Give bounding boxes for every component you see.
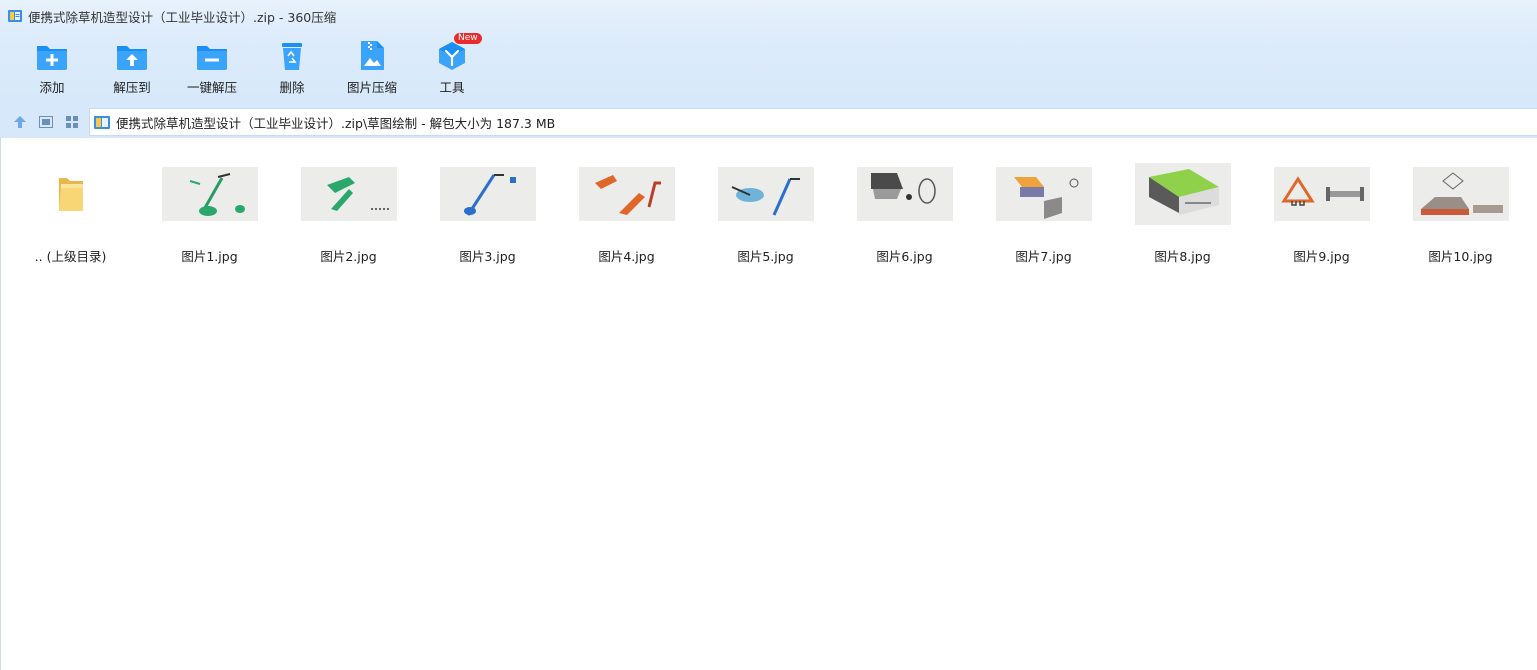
address-path: 便携式除草机造型设计（工业毕业设计）.zip\草图绘制 - 解包大小为 187.… xyxy=(116,115,556,131)
add-label: 添加 xyxy=(39,80,65,95)
grid-view-icon xyxy=(66,116,78,128)
file-name: 图片3.jpg xyxy=(459,249,516,264)
image-thumbnail xyxy=(161,167,258,221)
list-item[interactable]: 图片7.jpg xyxy=(974,138,1113,278)
file-name: 图片10.jpg xyxy=(1428,249,1493,264)
image-compress-button[interactable]: 图片压缩 xyxy=(332,32,412,106)
file-name: .. (上级目录) xyxy=(34,249,107,264)
arrow-up-icon xyxy=(14,116,26,128)
image-thumbnail xyxy=(578,167,675,221)
up-button[interactable] xyxy=(7,106,33,138)
folder-icon xyxy=(58,178,83,211)
list-item[interactable]: 图片6.jpg xyxy=(835,138,974,278)
extract-to-label: 解压到 xyxy=(113,80,151,95)
list-item[interactable]: 图片4.jpg xyxy=(557,138,696,278)
file-name: 图片1.jpg xyxy=(181,249,238,264)
image-thumbnail xyxy=(300,167,397,221)
toolbar: 添加 解压到 一键解压 删除 图片压缩 New 工具 xyxy=(0,32,1537,106)
file-list: .. (上级目录) 图片1.jpg 图片2.jpg 图片3.jpg 图片4.jp… xyxy=(0,138,1537,670)
recycle-bin-icon xyxy=(275,40,309,72)
image-thumbnail xyxy=(995,167,1092,221)
image-thumbnail xyxy=(1134,163,1231,225)
image-compress-icon xyxy=(355,40,389,72)
list-item[interactable]: 图片8.jpg xyxy=(1113,138,1252,278)
app-window: 便携式除草机造型设计（工业毕业设计）.zip - 360压缩 添加 解压到 一键… xyxy=(0,0,1537,670)
list-item[interactable]: 图片10.jpg xyxy=(1391,138,1530,278)
one-click-extract-icon xyxy=(195,40,229,72)
archive-icon xyxy=(8,9,22,23)
tools-label: 工具 xyxy=(439,80,465,95)
file-name: 图片9.jpg xyxy=(1293,249,1350,264)
window-title: 便携式除草机造型设计（工业毕业设计）.zip - 360压缩 xyxy=(28,9,337,25)
tools-button[interactable]: New 工具 xyxy=(412,32,492,106)
extract-to-button[interactable]: 解压到 xyxy=(92,32,172,106)
list-item[interactable]: 图片3.jpg xyxy=(418,138,557,278)
file-name: 图片8.jpg xyxy=(1154,249,1211,264)
title-bar: 便携式除草机造型设计（工业毕业设计）.zip - 360压缩 xyxy=(0,0,1537,32)
file-name: 图片5.jpg xyxy=(737,249,794,264)
file-name: 图片6.jpg xyxy=(876,249,933,264)
one-click-extract-button[interactable]: 一键解压 xyxy=(172,32,252,106)
one-click-extract-label: 一键解压 xyxy=(186,80,237,95)
file-name: 图片7.jpg xyxy=(1015,249,1072,264)
address-bar[interactable]: 便携式除草机造型设计（工业毕业设计）.zip\草图绘制 - 解包大小为 187.… xyxy=(89,108,1537,136)
delete-button[interactable]: 删除 xyxy=(252,32,332,106)
list-item[interactable]: 图片5.jpg xyxy=(696,138,835,278)
image-thumbnail xyxy=(856,167,953,221)
file-name: 图片2.jpg xyxy=(320,249,377,264)
extract-to-icon xyxy=(115,40,149,72)
list-item[interactable]: .. (上级目录) xyxy=(1,138,140,278)
image-compress-label: 图片压缩 xyxy=(346,80,397,95)
grid-view-button[interactable] xyxy=(59,106,85,138)
detail-view-icon xyxy=(39,116,53,128)
list-item[interactable]: 图片1.jpg xyxy=(140,138,279,278)
list-item[interactable]: 图片9.jpg xyxy=(1252,138,1391,278)
tools-cube-icon xyxy=(435,40,469,72)
add-folder-icon xyxy=(35,40,69,72)
new-badge: New xyxy=(454,33,482,44)
image-thumbnail xyxy=(439,167,536,221)
detail-view-button[interactable] xyxy=(33,106,59,138)
archive-icon xyxy=(94,114,110,130)
add-button[interactable]: 添加 xyxy=(12,32,92,106)
image-thumbnail xyxy=(717,167,814,221)
image-thumbnail xyxy=(1273,167,1370,221)
delete-label: 删除 xyxy=(279,80,305,95)
address-row: 便携式除草机造型设计（工业毕业设计）.zip\草图绘制 - 解包大小为 187.… xyxy=(0,106,1537,138)
file-name: 图片4.jpg xyxy=(598,249,655,264)
image-thumbnail xyxy=(1412,167,1509,221)
list-item[interactable]: 图片2.jpg xyxy=(279,138,418,278)
